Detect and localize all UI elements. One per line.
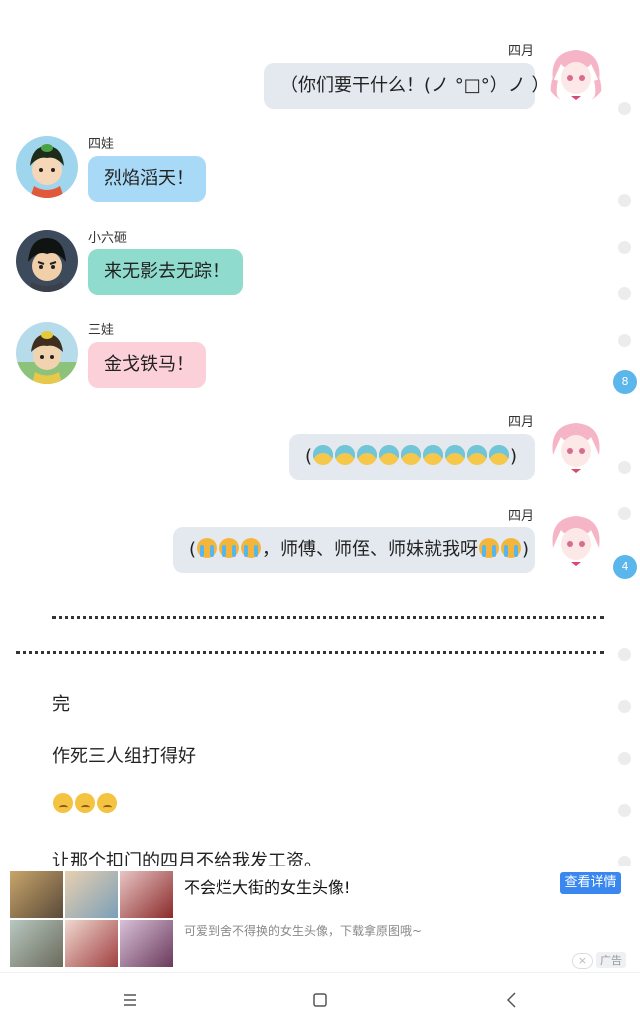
- sender-name: 四月: [508, 44, 535, 59]
- crying-face-icon: [197, 538, 218, 558]
- fearful-face-icon: [379, 445, 400, 465]
- fearful-face-icon: [467, 445, 488, 465]
- ad-thumbnail: [10, 920, 63, 967]
- back-icon[interactable]: [502, 990, 522, 1010]
- fearful-face-icon: [423, 445, 444, 465]
- paragraph: 完: [52, 694, 70, 715]
- text-prefix: (: [189, 539, 197, 560]
- message-bubble[interactable]: 金戈铁马！: [88, 342, 206, 388]
- avatar-siwa[interactable]: [16, 136, 78, 198]
- scroll-dot: [618, 700, 631, 713]
- sender-name: 四月: [508, 509, 535, 524]
- smirking-face-icon: [97, 793, 117, 813]
- crying-face-icon: [479, 538, 500, 558]
- crying-face-icon: [241, 538, 262, 558]
- ad-thumbnail: [65, 920, 118, 967]
- ad-label: 广告: [596, 952, 626, 968]
- scroll-dot: [618, 334, 631, 347]
- sender-name: 小六砸: [88, 231, 128, 246]
- ad-title[interactable]: 不会烂大街的女生头像!: [184, 874, 350, 898]
- text-prefix: (: [305, 446, 313, 467]
- scroll-dot: [618, 507, 631, 520]
- fearful-face-icon: [445, 445, 466, 465]
- fearful-face-icon: [313, 445, 334, 465]
- message-bubble[interactable]: 烈焰滔天！: [88, 156, 206, 202]
- ad-subtitle: 可爱到舍不得换的女生头像，下载拿原图哦~: [184, 924, 423, 938]
- comment-count-badge[interactable]: 4: [613, 555, 637, 579]
- close-ad-icon[interactable]: ×: [572, 953, 593, 969]
- pink-hair-girl-icon: [545, 415, 607, 477]
- view-details-button[interactable]: 查看详情: [560, 872, 621, 894]
- ad-banner[interactable]: 不会烂大街的女生头像! 可爱到舍不得换的女生头像，下载拿原图哦~ 查看详情 × …: [0, 866, 640, 972]
- smirking-face-icon: [53, 793, 73, 813]
- scroll-dot: [618, 461, 631, 474]
- avatar-siyue[interactable]: [545, 508, 607, 570]
- dotted-divider: [16, 651, 604, 654]
- dotted-divider: [52, 616, 604, 619]
- comment-count-badge[interactable]: 8: [613, 370, 637, 394]
- text-suffix: ): [522, 539, 530, 560]
- ad-thumbnail: [120, 871, 173, 918]
- avatar-sanwa[interactable]: [16, 322, 78, 384]
- pink-hair-girl-icon: [545, 42, 607, 104]
- cartoon-boy-icon: [16, 230, 78, 292]
- avatar-siyue[interactable]: [545, 42, 607, 104]
- paragraph: 作死三人组打得好: [52, 746, 196, 767]
- home-icon[interactable]: [310, 990, 330, 1010]
- pink-hair-girl-icon: [545, 508, 607, 570]
- text-middle: ，师傅、师侄、师妹就我呀: [262, 539, 479, 560]
- message-bubble[interactable]: ( ，师傅、师侄、师妹就我呀): [173, 527, 535, 573]
- emoji-line: [52, 793, 118, 815]
- avatar-siyue[interactable]: [545, 415, 607, 477]
- scroll-dot: [618, 287, 631, 300]
- ad-image-grid[interactable]: [10, 871, 173, 968]
- message-bubble[interactable]: (): [289, 434, 535, 480]
- ad-thumbnail: [10, 871, 63, 918]
- fearful-face-icon: [335, 445, 356, 465]
- message-bubble[interactable]: （你们要干什么！(ノ °□°）ノ ）: [264, 63, 549, 109]
- sender-name: 四月: [508, 415, 535, 430]
- sender-name: 三娃: [88, 323, 115, 338]
- scroll-dot: [618, 194, 631, 207]
- scroll-dot: [618, 804, 631, 817]
- scroll-dot: [618, 648, 631, 661]
- cartoon-boy-icon: [16, 136, 78, 198]
- fearful-face-icon: [357, 445, 378, 465]
- ad-thumbnail: [120, 920, 173, 967]
- menu-icon[interactable]: [120, 990, 140, 1010]
- avatar-xiaoliuza[interactable]: [16, 230, 78, 292]
- cartoon-boy-icon: [16, 322, 78, 384]
- text-suffix: ): [510, 446, 518, 467]
- crying-face-icon: [219, 538, 240, 558]
- scroll-dot: [618, 102, 631, 115]
- crying-face-icon: [501, 538, 522, 558]
- scroll-dot: [618, 752, 631, 765]
- scroll-dot: [618, 241, 631, 254]
- system-nav-bar: [0, 972, 640, 1024]
- sender-name: 四娃: [88, 137, 115, 152]
- chat-page: 四月 （你们要干什么！(ノ °□°）ノ ） 四娃 烈焰滔天！ 小六砸 来无影去无…: [0, 0, 640, 1024]
- fearful-face-icon: [401, 445, 422, 465]
- fearful-face-icon: [489, 445, 510, 465]
- message-bubble[interactable]: 来无影去无踪！: [88, 249, 243, 295]
- ad-thumbnail: [65, 871, 118, 918]
- smirking-face-icon: [75, 793, 95, 813]
